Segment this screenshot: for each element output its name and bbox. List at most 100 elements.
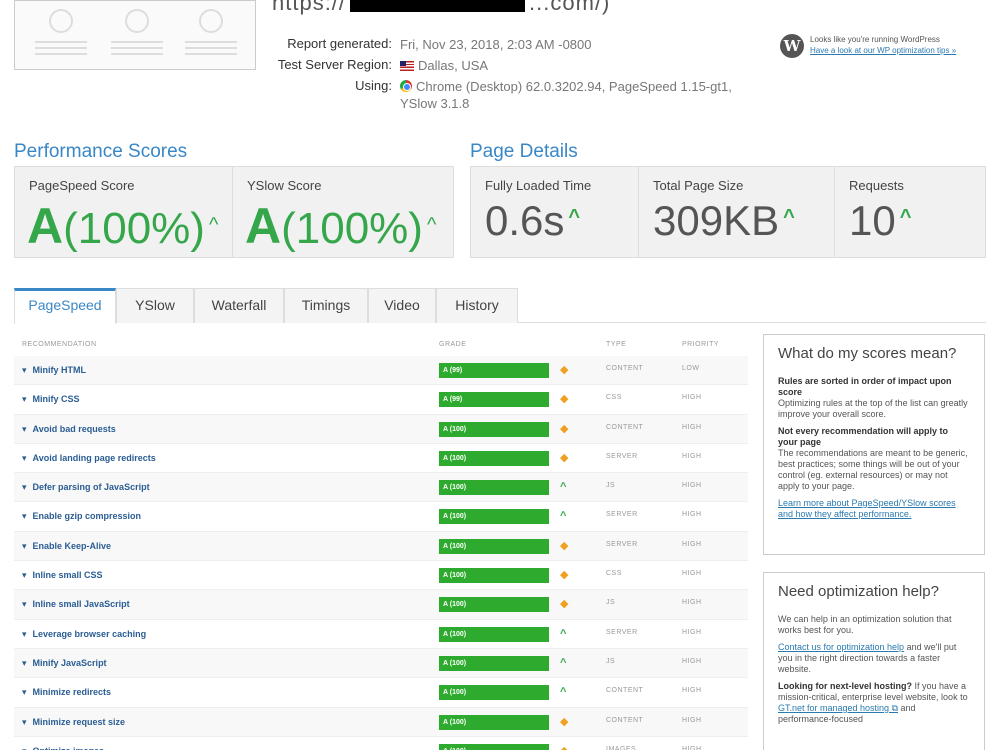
- recommendation-priority: LOW: [682, 365, 700, 372]
- fully-loaded-cell: Fully Loaded Time 0.6s ^: [471, 167, 639, 257]
- page-screenshot-thumbnail[interactable]: [14, 0, 256, 70]
- trend-up-icon: ^: [560, 627, 567, 640]
- redacted-url: [350, 0, 526, 13]
- gt-net-hosting-link[interactable]: GT.net for managed hosting ⧉: [778, 703, 898, 713]
- yslow-score-cell: YSlow Score A(100%) ^: [233, 167, 453, 257]
- recommendation-priority: HIGH: [682, 482, 702, 490]
- table-row[interactable]: Minimize request size A (100) ◆ CONTENT HIGH: [14, 707, 748, 737]
- report-generated-value: Fri, Nov 23, 2018, 2:03 AM -0800: [400, 37, 592, 52]
- trend-diamond-icon: ◆: [560, 715, 569, 728]
- trend-up-icon: ^: [560, 686, 567, 699]
- table-row[interactable]: Avoid bad requests A (100) ◆ CONTENT HIGH: [14, 414, 748, 444]
- recommendation-priority: HIGH: [682, 687, 702, 695]
- pagespeed-score-label: PageSpeed Score: [29, 178, 135, 193]
- table-row[interactable]: Enable Keep-Alive A (100) ◆ SERVER HIGH: [14, 531, 748, 562]
- recommendation-type: SERVER: [606, 628, 638, 636]
- help-panel-title: Need optimization help?: [778, 583, 939, 600]
- recommendation-name[interactable]: Inline small JavaScript: [22, 599, 130, 610]
- report-generated-row: Report generated: Fri, Nov 23, 2018, 2:0…: [272, 36, 732, 53]
- tab-pagespeed[interactable]: PageSpeed: [14, 288, 116, 324]
- table-row[interactable]: Minimize redirects A (100) ^ CONTENT HIGH: [14, 678, 748, 708]
- requests-label: Requests: [849, 178, 904, 193]
- trend-diamond-icon: ◆: [560, 393, 569, 406]
- grade-bar: A (100): [439, 597, 549, 613]
- tab-timings[interactable]: Timings: [284, 288, 368, 323]
- requests-number: 10: [849, 197, 896, 244]
- grade-bar: A (100): [439, 509, 549, 525]
- tab-yslow[interactable]: YSlow: [116, 288, 194, 323]
- col-grade: GRADE: [439, 341, 467, 348]
- tab-history[interactable]: History: [436, 288, 518, 323]
- scores-panel-title: What do my scores mean?: [778, 345, 957, 362]
- recommendation-name[interactable]: Leverage browser caching: [22, 629, 147, 640]
- table-row[interactable]: Avoid landing page redirects A (100) ◆ SERV…: [14, 444, 748, 474]
- yslow-grade-pct: (100%): [281, 204, 423, 253]
- page-size-label: Total Page Size: [653, 178, 744, 193]
- using-value-line2: YSlow 3.1.8: [400, 96, 470, 111]
- table-row[interactable]: Inline small JavaScript A (100) ◆ JS HIGH: [14, 590, 748, 620]
- tab-waterfall[interactable]: Waterfall: [194, 288, 284, 323]
- recommendation-name[interactable]: Minify HTML: [22, 365, 87, 376]
- table-row[interactable]: Leverage browser caching A (100) ^ SERVER HI…: [14, 620, 748, 649]
- recommendation-name[interactable]: Minimize redirects: [22, 687, 112, 698]
- recommendation-name[interactable]: Minimize request size: [22, 717, 126, 728]
- trend-diamond-icon: ◆: [560, 569, 569, 582]
- table-row[interactable]: Defer parsing of JavaScript A (100) ^ JS HIG…: [14, 473, 748, 503]
- table-row[interactable]: Inline small CSS A (100) ◆ CSS HIGH: [14, 561, 748, 591]
- grade-bar: A (99): [439, 392, 549, 408]
- recommendation-name[interactable]: Avoid landing page redirects: [22, 453, 156, 464]
- recommendation-name[interactable]: Enable gzip compression: [22, 511, 142, 522]
- page-size-value: 309KB ^: [653, 197, 795, 245]
- trend-up-icon: ^: [426, 214, 437, 236]
- tab-video[interactable]: Video: [368, 288, 436, 323]
- trend-up-icon: ^: [208, 214, 219, 236]
- usa-flag-icon: [400, 61, 414, 71]
- recommendation-name[interactable]: Minify JavaScript: [22, 658, 107, 669]
- recommendation-name[interactable]: Optimize images: [22, 746, 105, 750]
- wordpress-tips-link[interactable]: Have a look at our WP optimization tips …: [810, 45, 956, 56]
- recommendation-priority: HIGH: [682, 716, 702, 724]
- recommendation-type: SERVER: [606, 452, 638, 460]
- recommendation-priority: HIGH: [682, 628, 702, 636]
- pagespeed-grade-letter: A: [27, 198, 64, 254]
- trend-diamond-icon: ◆: [560, 422, 569, 435]
- recommendation-priority: HIGH: [682, 570, 702, 578]
- recommendation-type: CONTENT: [606, 716, 644, 724]
- scores-meaning-panel: What do my scores mean? Rules are sorted…: [763, 334, 985, 555]
- contact-us-link[interactable]: Contact us for optimization help: [778, 642, 904, 652]
- table-row[interactable]: Enable gzip compression A (100) ^ SERVER HIG…: [14, 502, 748, 532]
- url-suffix: ...com/): [529, 0, 611, 15]
- report-generated-label: Report generated:: [287, 36, 392, 51]
- trend-up-icon: ^: [783, 206, 795, 228]
- recommendation-name[interactable]: Avoid bad requests: [22, 424, 116, 435]
- trend-up-icon: ^: [568, 206, 581, 228]
- fully-loaded-label: Fully Loaded Time: [485, 178, 592, 193]
- help-panel-heading-3: Looking for next-level hosting?: [778, 681, 913, 691]
- recommendation-name[interactable]: Enable Keep-Alive: [22, 541, 112, 552]
- recommendation-priority: HIGH: [682, 452, 702, 460]
- trend-up-icon: ^: [560, 656, 567, 669]
- thumbnail-column: [181, 5, 241, 65]
- table-row[interactable]: Minify JavaScript A (100) ^ JS HIGH: [14, 648, 748, 679]
- recommendation-type: SERVER: [606, 511, 638, 519]
- yslow-score-value: A(100%) ^: [245, 197, 436, 255]
- grade-bar: A (100): [439, 685, 549, 701]
- recommendation-type: CONTENT: [606, 365, 644, 372]
- recommendation-name[interactable]: Inline small CSS: [22, 570, 103, 581]
- table-row[interactable]: Minify CSS A (99) ◆ CSS HIGH: [14, 385, 748, 415]
- fully-loaded-number: 0.6s: [485, 197, 565, 244]
- recommendation-name[interactable]: Defer parsing of JavaScript: [22, 482, 150, 493]
- recommendation-type: JS: [606, 482, 616, 490]
- region-row: Test Server Region: Dallas, USA: [272, 57, 732, 74]
- recommendation-name[interactable]: Minify CSS: [22, 394, 80, 405]
- region-value: Dallas, USA: [418, 58, 489, 73]
- requests-cell: Requests 10 ^: [835, 167, 985, 257]
- grade-bar: A (100): [439, 450, 549, 466]
- table-row[interactable]: Minify HTML A (99) ◆ CONTENT LOW: [14, 356, 748, 386]
- using-label: Using:: [355, 78, 392, 93]
- fully-loaded-value: 0.6s ^: [485, 197, 580, 245]
- table-body: Minify HTML A (99) ◆ CONTENT LOW Minify CSS A …: [14, 356, 748, 750]
- wordpress-icon: W: [780, 34, 804, 58]
- table-row[interactable]: Optimize images A (100) ◆ IMAGES HIGH: [14, 737, 748, 750]
- learn-more-link[interactable]: Learn more about PageSpeed/YSlow scores …: [778, 498, 956, 519]
